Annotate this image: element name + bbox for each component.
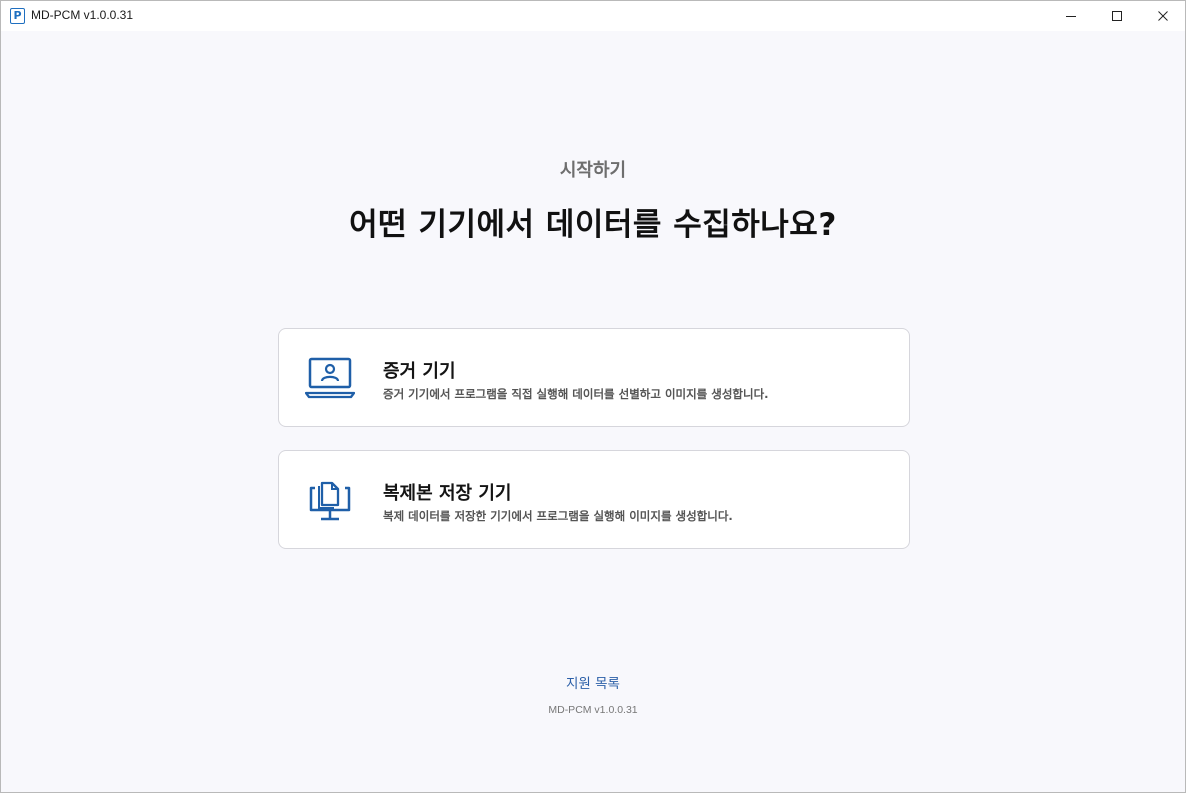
window-title: MD-PCM v1.0.0.31 — [31, 8, 134, 22]
page-title: 어떤 기기에서 데이터를 수집하나요? — [349, 207, 837, 243]
minimize-icon — [1066, 16, 1076, 17]
option-description: 증거 기기에서 프로그램을 직접 실행해 데이터를 선별하고 이미지를 생성합니… — [383, 387, 769, 401]
minimize-button[interactable] — [1048, 1, 1094, 31]
option-title: 복제본 저장 기기 — [383, 483, 512, 504]
title-bar[interactable]: P MD-PCM v1.0.0.31 — [1, 1, 1185, 31]
option-card-copy-storage-device[interactable]: 복제본 저장 기기 복제 데이터를 저장한 기기에서 프로그램을 실행해 이미지… — [278, 450, 910, 549]
option-card-evidence-device[interactable]: 증거 기기 증거 기기에서 프로그램을 직접 실행해 데이터를 선별하고 이미지… — [278, 328, 910, 427]
laptop-user-icon — [305, 357, 355, 399]
option-description: 복제 데이터를 저장한 기기에서 프로그램을 실행해 이미지를 생성합니다. — [383, 509, 733, 523]
close-icon — [1158, 11, 1168, 21]
app-logo-icon: P — [10, 8, 25, 24]
option-title: 증거 기기 — [383, 361, 456, 382]
monitor-copy-icon — [309, 481, 351, 521]
maximize-button[interactable] — [1094, 1, 1140, 31]
version-label: MD-PCM v1.0.0.31 — [548, 704, 638, 716]
app-window: P MD-PCM v1.0.0.31 시작하기 어떤 기기에서 데이터를 수집하… — [0, 0, 1186, 793]
support-list-link[interactable]: 지원 목록 — [1, 672, 1185, 692]
maximize-icon — [1112, 11, 1122, 21]
page-kicker: 시작하기 — [559, 160, 627, 181]
close-button[interactable] — [1140, 1, 1186, 31]
main-content: 시작하기 어떤 기기에서 데이터를 수집하나요? 증거 기기 증거 기기에서 프… — [1, 31, 1185, 792]
